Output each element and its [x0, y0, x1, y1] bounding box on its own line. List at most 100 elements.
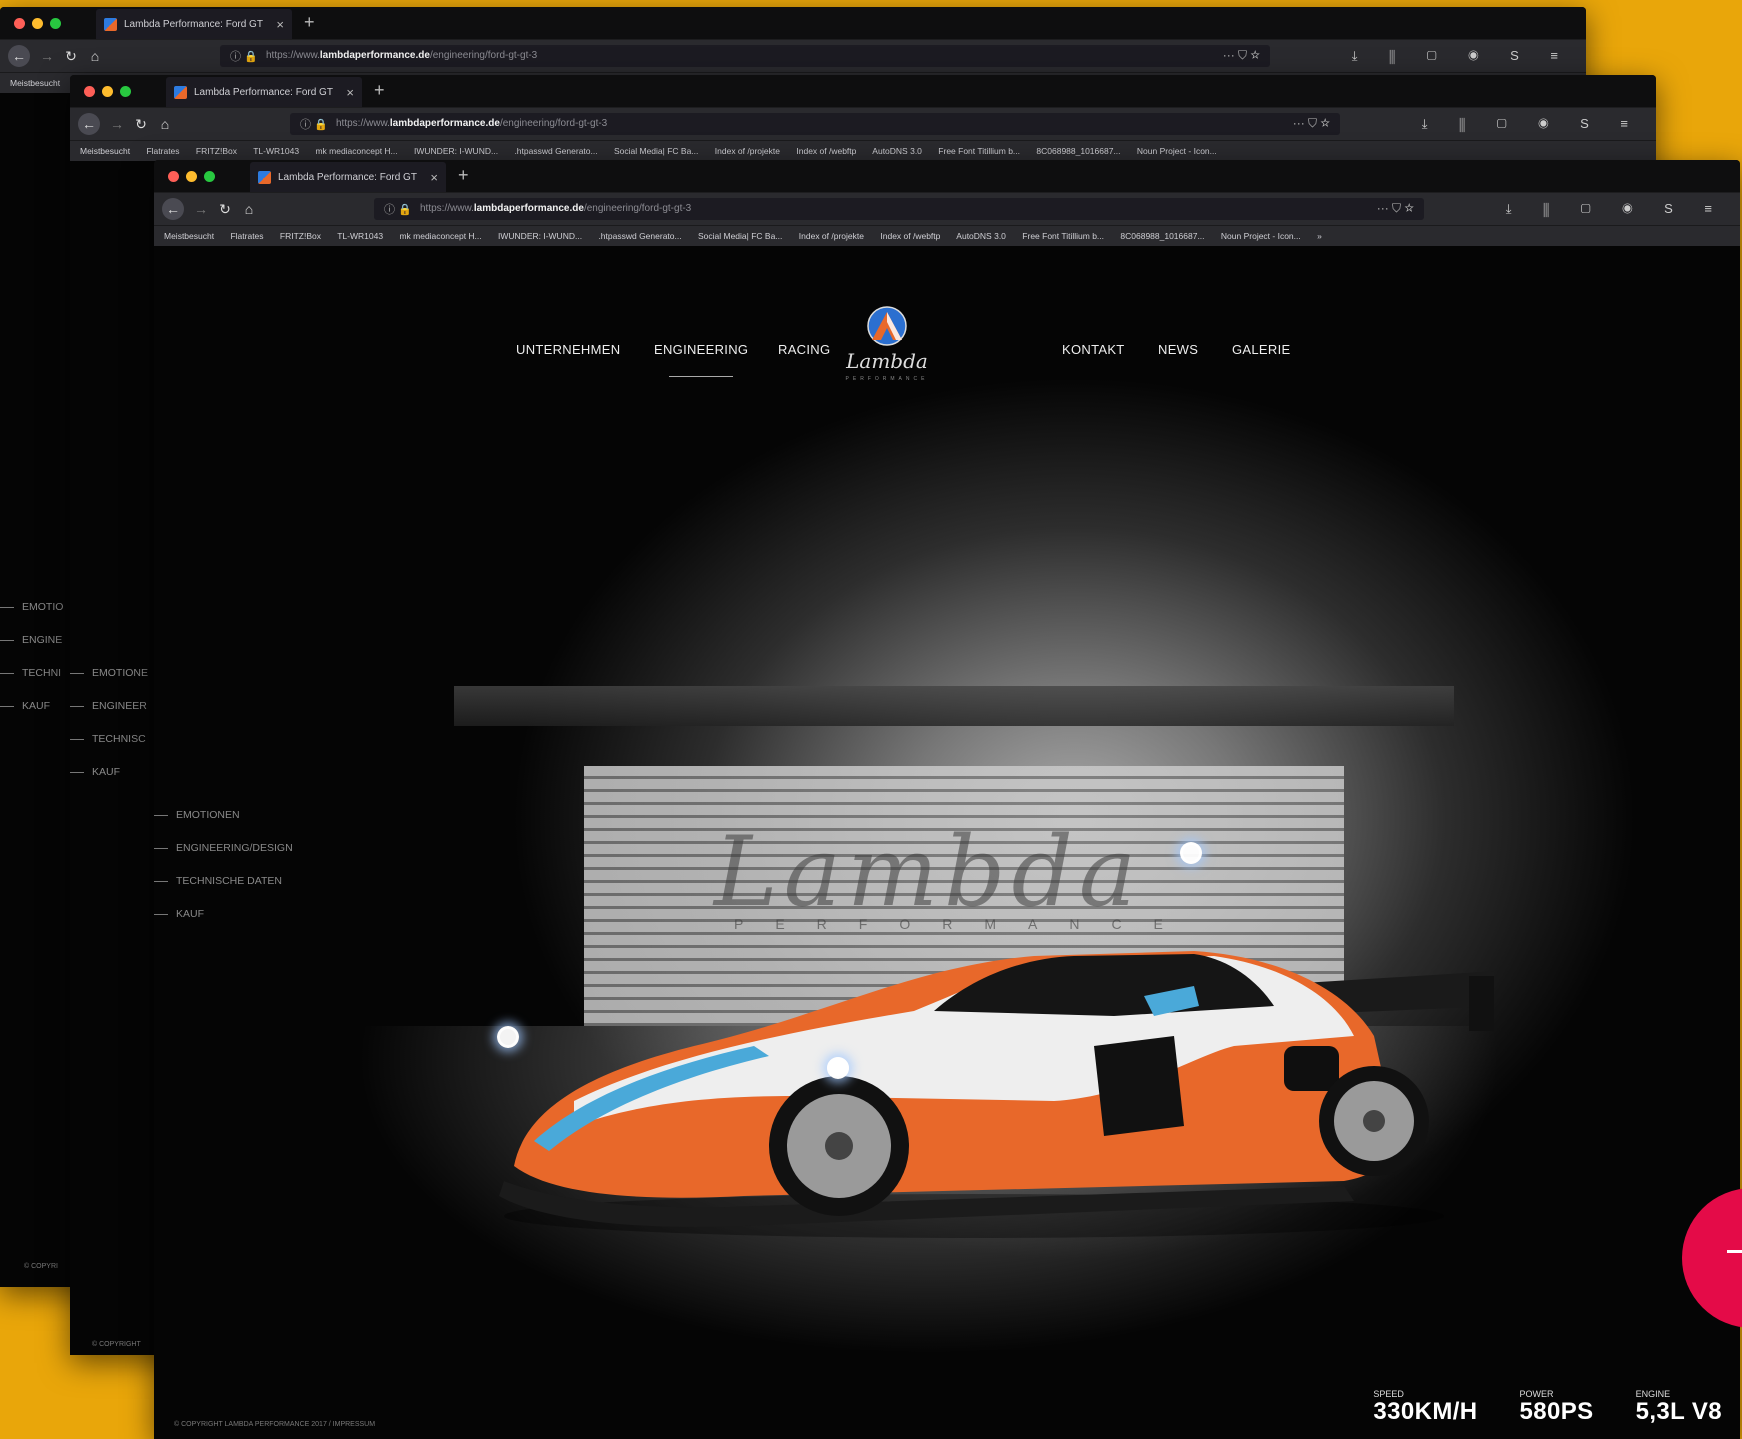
- nav-unternehmen[interactable]: UNTERNEHMEN: [516, 342, 620, 357]
- reload-icon[interactable]: ↻: [60, 45, 82, 67]
- arrow-right-icon[interactable]: →: [36, 45, 58, 67]
- url-bar[interactable]: ⓘ 🔒 https://www.lambdaperformance.de/eng…: [290, 113, 1340, 135]
- browser-tab[interactable]: Lambda Performance: Ford GT ×: [250, 162, 446, 192]
- bookmarks-bar: Meistbesucht Flatrates FRITZ!Box TL-WR10…: [70, 140, 1656, 161]
- toolbar-icons[interactable]: ⤓ ⫼ ▢ ◉ S ≡: [1422, 116, 1642, 132]
- nav-engineering[interactable]: ENGINEERING: [654, 342, 748, 377]
- maximize-window-button[interactable]: [120, 86, 131, 97]
- close-tab-icon[interactable]: ×: [346, 85, 354, 100]
- url-tools[interactable]: ··· ⛉ ☆: [1377, 201, 1414, 216]
- home-icon[interactable]: ⌂: [84, 45, 106, 67]
- bookmark-item[interactable]: Flatrates: [146, 146, 179, 156]
- bookmark-item[interactable]: Noun Project - Icon...: [1137, 146, 1217, 156]
- bookmark-item[interactable]: mk mediaconcept H...: [315, 146, 397, 156]
- close-tab-icon[interactable]: ×: [276, 17, 284, 32]
- bookmark-item[interactable]: .htpasswd Generato...: [514, 146, 597, 156]
- bookmark-item[interactable]: FRITZ!Box: [196, 146, 237, 156]
- bookmark-item[interactable]: Free Font Titillium b...: [1022, 231, 1104, 241]
- nav-news[interactable]: NEWS: [1158, 342, 1198, 357]
- bookmark-item[interactable]: .htpasswd Generato...: [598, 231, 681, 241]
- url-tools[interactable]: ··· ⛉ ☆: [1223, 48, 1260, 63]
- side-menu-item[interactable]: TECHNISC: [70, 733, 148, 745]
- tab-title: Lambda Performance: Ford GT: [278, 171, 417, 183]
- bookmark-item[interactable]: Meistbesucht: [164, 231, 214, 241]
- hotspot-wheel[interactable]: [827, 1057, 849, 1079]
- nav-galerie[interactable]: GALERIE: [1232, 342, 1290, 357]
- side-menu-item[interactable]: KAUF: [0, 700, 63, 712]
- arrow-right-icon[interactable]: →: [106, 113, 128, 135]
- site-logo[interactable]: Lambda PERFORMANCE: [812, 304, 962, 384]
- bookmark-item[interactable]: Free Font Titillium b...: [938, 146, 1020, 156]
- side-menu-item[interactable]: EMOTIONE: [70, 667, 148, 679]
- maximize-window-button[interactable]: [204, 171, 215, 182]
- browser-tab[interactable]: Lambda Performance: Ford GT ×: [166, 77, 362, 107]
- bookmark-item[interactable]: Social Media| FC Ba...: [614, 146, 698, 156]
- close-window-button[interactable]: [14, 18, 25, 29]
- minimize-window-button[interactable]: [186, 171, 197, 182]
- bookmark-item[interactable]: 8C068988_1016687...: [1120, 231, 1204, 241]
- bookmark-item[interactable]: Noun Project - Icon...: [1221, 231, 1301, 241]
- home-icon[interactable]: ⌂: [154, 113, 176, 135]
- bookmark-item[interactable]: Meistbesucht: [10, 78, 60, 88]
- toolbar-icons[interactable]: ⤓ ⫼ ▢ ◉ S ≡: [1506, 201, 1726, 217]
- url-bar[interactable]: ⓘ 🔒 https://www.lambdaperformance.de/eng…: [220, 45, 1270, 67]
- bookmark-item[interactable]: IWUNDER: I-WUND...: [414, 146, 498, 156]
- side-menu-item[interactable]: KAUF: [70, 766, 148, 778]
- close-tab-icon[interactable]: ×: [430, 170, 438, 185]
- close-window-button[interactable]: [168, 171, 179, 182]
- home-icon[interactable]: ⌂: [238, 198, 260, 220]
- copyright-text: © COPYRIGHT: [92, 1341, 141, 1348]
- navigation-bar: ← → ↻ ⌂ ⓘ 🔒 https://www.lambdaperformanc…: [70, 108, 1656, 140]
- lock-icon: ⓘ 🔒: [384, 204, 412, 216]
- bookmark-item[interactable]: Flatrates: [230, 231, 263, 241]
- new-tab-button[interactable]: +: [374, 80, 385, 101]
- reload-icon[interactable]: ↻: [130, 113, 152, 135]
- copyright-text: © COPYRI: [24, 1263, 58, 1270]
- close-window-button[interactable]: [84, 86, 95, 97]
- minimize-window-button[interactable]: [102, 86, 113, 97]
- nav-kontakt[interactable]: KONTAKT: [1062, 342, 1125, 357]
- bookmark-item[interactable]: mk mediaconcept H...: [399, 231, 481, 241]
- arrow-left-icon[interactable]: ←: [162, 198, 184, 220]
- new-tab-button[interactable]: +: [304, 12, 315, 33]
- arrow-left-icon[interactable]: ←: [8, 45, 30, 67]
- specs-panel: SPEED 330KM/H POWER 580PS ENGINE 5,3L V8: [1373, 1389, 1722, 1425]
- bookmarks-overflow-button[interactable]: »: [1317, 231, 1322, 241]
- arrow-left-icon[interactable]: ←: [78, 113, 100, 135]
- side-menu: EMOTIONEN ENGINEERING/DESIGN TECHNISCHE …: [154, 809, 293, 941]
- minimize-window-button[interactable]: [32, 18, 43, 29]
- side-menu-engineering-design[interactable]: ENGINEERING/DESIGN: [154, 842, 293, 854]
- url-bar[interactable]: ⓘ 🔒 https://www.lambdaperformance.de/eng…: [374, 198, 1424, 220]
- bookmark-item[interactable]: 8C068988_1016687...: [1036, 146, 1120, 156]
- bookmark-item[interactable]: FRITZ!Box: [280, 231, 321, 241]
- hotspot-rear[interactable]: [1180, 842, 1202, 864]
- bookmark-item[interactable]: Index of /projekte: [799, 231, 864, 241]
- toolbar-icons[interactable]: ⤓ ⫼ ▢ ◉ S ≡: [1352, 48, 1572, 64]
- bookmark-item[interactable]: Index of /webftp: [880, 231, 940, 241]
- side-menu-technische-daten[interactable]: TECHNISCHE DATEN: [154, 875, 293, 887]
- bookmark-item[interactable]: Meistbesucht: [80, 146, 130, 156]
- bookmark-item[interactable]: IWUNDER: I-WUND...: [498, 231, 582, 241]
- hotspot-front[interactable]: [497, 1026, 519, 1048]
- new-tab-button[interactable]: +: [458, 165, 469, 186]
- browser-tab[interactable]: Lambda Performance: Ford GT ×: [96, 9, 292, 39]
- reload-icon[interactable]: ↻: [214, 198, 236, 220]
- bookmark-item[interactable]: TL-WR1043: [337, 231, 383, 241]
- bookmark-item[interactable]: Index of /projekte: [715, 146, 780, 156]
- side-menu-item[interactable]: ENGINEER: [70, 700, 148, 712]
- maximize-window-button[interactable]: [50, 18, 61, 29]
- side-menu-kauf[interactable]: KAUF: [154, 908, 293, 920]
- side-menu-emotionen[interactable]: EMOTIONEN: [154, 809, 293, 821]
- spec-power: POWER 580PS: [1520, 1389, 1594, 1425]
- url-text: https://www.lambdaperformance.de/enginee…: [266, 50, 538, 61]
- side-menu-item[interactable]: ENGINE: [0, 634, 63, 646]
- bookmark-item[interactable]: Index of /webftp: [796, 146, 856, 156]
- side-menu-item[interactable]: EMOTIO: [0, 601, 63, 613]
- bookmark-item[interactable]: TL-WR1043: [253, 146, 299, 156]
- url-tools[interactable]: ··· ⛉ ☆: [1293, 116, 1330, 131]
- side-menu-item[interactable]: TECHNI: [0, 667, 63, 679]
- bookmark-item[interactable]: AutoDNS 3.0: [872, 146, 922, 156]
- bookmark-item[interactable]: AutoDNS 3.0: [956, 231, 1006, 241]
- bookmark-item[interactable]: Social Media| FC Ba...: [698, 231, 782, 241]
- arrow-right-icon[interactable]: →: [190, 198, 212, 220]
